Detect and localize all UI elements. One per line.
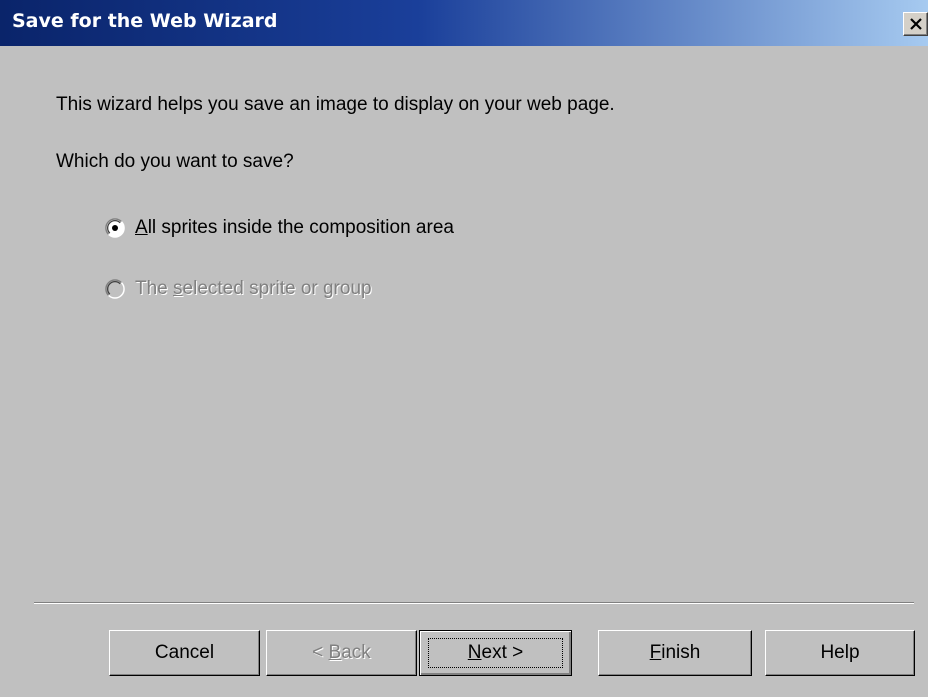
- wizard-dialog: Save for the Web Wizard This wizard help…: [0, 0, 928, 697]
- focus-rectangle: [428, 638, 563, 668]
- finish-button[interactable]: Finish: [598, 630, 752, 676]
- help-button-label: Help: [820, 642, 860, 663]
- finish-button-label: Finish: [649, 642, 701, 663]
- radio-selected-icon[interactable]: [105, 218, 125, 238]
- radio-option-all-sprites[interactable]: All sprites inside the composition area: [105, 217, 454, 239]
- intro-text: This wizard helps you save an image to d…: [56, 94, 615, 115]
- cancel-button-label: Cancel: [154, 642, 215, 663]
- back-button-label: < Back: [312, 642, 371, 663]
- next-button[interactable]: Next >: [419, 630, 572, 676]
- close-button[interactable]: [903, 12, 928, 36]
- radio-unselected-icon[interactable]: [105, 279, 125, 299]
- help-button[interactable]: Help: [765, 630, 915, 676]
- back-button[interactable]: < Back: [266, 630, 417, 676]
- radio-option-selected-sprite[interactable]: The selected sprite or group: [105, 278, 372, 300]
- close-icon: [910, 18, 922, 30]
- radio-label-selected-sprite: The selected sprite or group: [135, 278, 372, 299]
- window-title: Save for the Web Wizard: [12, 10, 278, 32]
- question-text: Which do you want to save?: [56, 151, 294, 172]
- title-bar[interactable]: Save for the Web Wizard: [0, 0, 928, 46]
- radio-label-all-sprites: All sprites inside the composition area: [135, 217, 454, 238]
- button-separator: [34, 602, 914, 604]
- cancel-button[interactable]: Cancel: [109, 630, 260, 676]
